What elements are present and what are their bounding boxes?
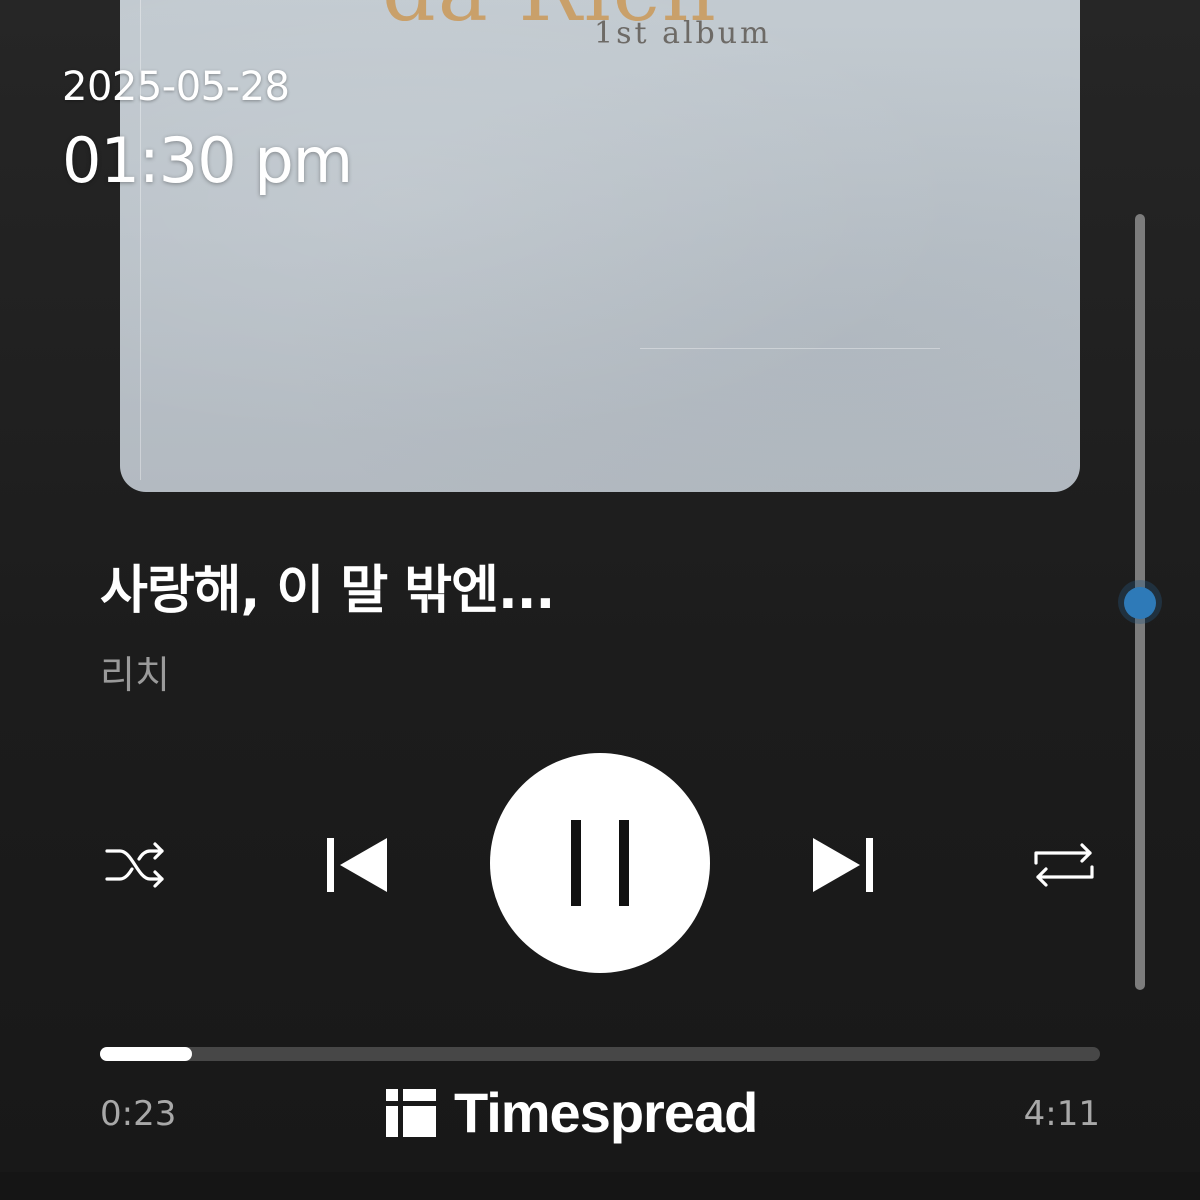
previous-button[interactable] (316, 830, 396, 900)
shuffle-icon (105, 842, 164, 888)
next-button[interactable] (804, 830, 884, 900)
volume-knob[interactable] (1124, 587, 1156, 619)
shuffle-button[interactable] (100, 830, 172, 900)
track-artist[interactable]: 리치 (100, 644, 170, 699)
status-date: 2025-05-28 (62, 64, 290, 110)
track-title: 사랑해, 이 말 밖엔... (100, 561, 555, 621)
play-pause-button[interactable] (490, 753, 710, 973)
status-time: 01:30 pm (62, 124, 353, 197)
progress-fill (100, 1047, 192, 1061)
time-elapsed: 0:23 (100, 1094, 177, 1134)
progress-bar[interactable] (100, 1047, 1100, 1061)
pause-icon (571, 820, 629, 906)
timespread-logo-icon (386, 1088, 436, 1137)
skip-next-icon (813, 838, 873, 892)
album-subtitle: 1st album (594, 16, 772, 51)
album-art-crease (640, 348, 940, 349)
watermark: Timespread (386, 1080, 758, 1145)
skip-previous-icon (327, 838, 387, 892)
repeat-button[interactable] (1028, 830, 1100, 900)
bottom-strip (0, 1172, 1200, 1200)
time-total: 4:11 (1023, 1094, 1100, 1134)
watermark-text: Timespread (454, 1081, 758, 1144)
repeat-icon (1034, 843, 1094, 887)
